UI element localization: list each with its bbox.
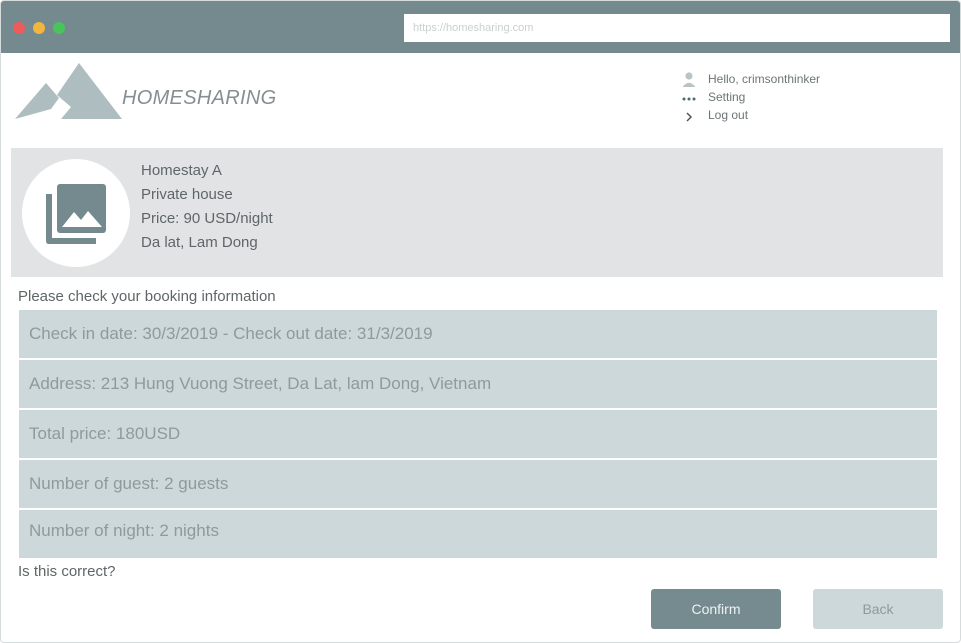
- listing-thumbnail: [22, 159, 130, 267]
- confirm-button[interactable]: Confirm: [651, 589, 781, 629]
- logout-label: Log out: [708, 108, 749, 122]
- minimize-window-button[interactable]: [33, 22, 45, 34]
- url-bar[interactable]: https://homesharing.com: [404, 14, 950, 42]
- confirmation-question: Is this correct?: [18, 563, 116, 580]
- listing-price: Price: 90 USD/night: [141, 210, 273, 227]
- listing-type: Private house: [141, 186, 233, 203]
- listing-name: Homestay A: [141, 162, 222, 179]
- booking-prompt: Please check your booking information: [18, 288, 276, 305]
- listing-location: Da lat, Lam Dong: [141, 234, 258, 251]
- booking-address-row: Address: 213 Hung Vuong Street, Da Lat, …: [19, 360, 937, 408]
- photo-library-icon: [46, 184, 106, 244]
- title-bar: https://homesharing.com: [1, 1, 960, 53]
- more-dots-icon: [682, 97, 696, 101]
- mountain-logo-icon[interactable]: [15, 61, 123, 121]
- listing-details: Homestay A Private house Price: 90 USD/n…: [141, 162, 273, 258]
- settings-label: Setting: [708, 90, 746, 104]
- booking-total-price-row: Total price: 180USD: [19, 410, 937, 458]
- listing-card: Homestay A Private house Price: 90 USD/n…: [11, 148, 943, 277]
- user-icon: [682, 72, 696, 87]
- browser-window: https://homesharing.com HOMESHARING Hell…: [0, 0, 961, 643]
- brand-name[interactable]: HOMESHARING: [122, 87, 276, 110]
- booking-nights-row: Number of night: 2 nights: [19, 510, 937, 558]
- booking-dates-row: Check in date: 30/3/2019 - Check out dat…: [19, 310, 937, 358]
- chevron-right-icon: [686, 112, 693, 122]
- user-greeting-label: Hello, crimsonthinker: [708, 72, 821, 86]
- close-window-button[interactable]: [13, 22, 25, 34]
- back-button[interactable]: Back: [813, 589, 943, 629]
- maximize-window-button[interactable]: [53, 22, 65, 34]
- booking-guests-row: Number of guest: 2 guests: [19, 460, 937, 508]
